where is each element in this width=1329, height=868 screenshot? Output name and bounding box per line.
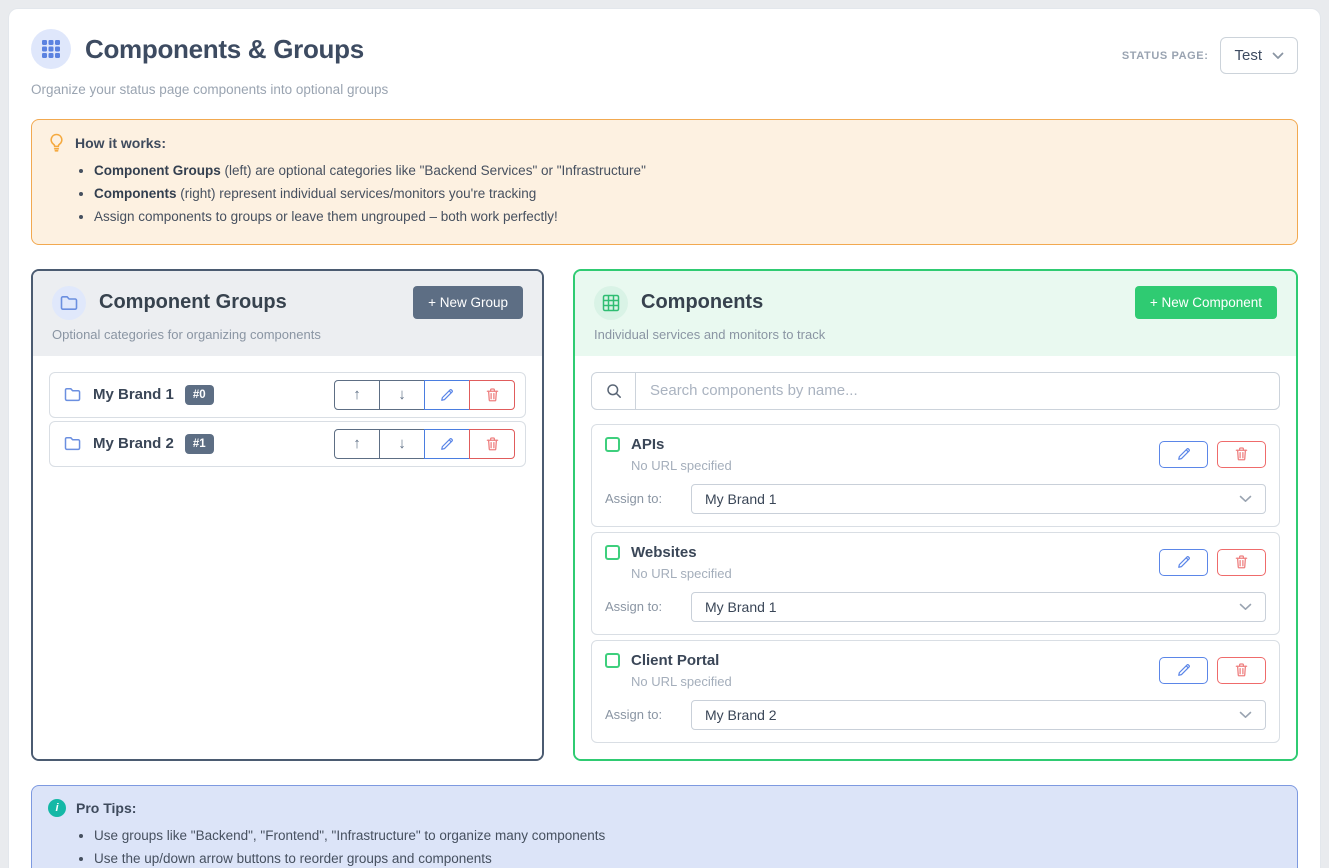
trash-icon <box>486 437 499 451</box>
component-checkbox[interactable] <box>605 653 620 668</box>
pencil-icon <box>440 388 454 402</box>
group-row: My Brand 1 #0 ↑ ↓ <box>49 372 526 418</box>
components-panel: Components + New Component Individual se… <box>573 269 1298 761</box>
pro-tips-box: i Pro Tips: Use groups like "Backend", "… <box>31 785 1298 868</box>
group-order-badge: #0 <box>185 385 214 405</box>
edit-component-button[interactable] <box>1159 657 1208 684</box>
list-item: Component Groups (left) are optional cat… <box>94 159 1281 182</box>
pencil-icon <box>1177 555 1191 569</box>
trash-icon <box>486 388 499 402</box>
assigned-group-value: My Brand 2 <box>705 707 1239 723</box>
assigned-group-value: My Brand 1 <box>705 491 1239 507</box>
components-title: Components <box>641 291 763 314</box>
assigned-group-value: My Brand 1 <box>705 599 1239 615</box>
component-groups-subtitle: Optional categories for organizing compo… <box>52 327 523 342</box>
edit-group-button[interactable] <box>424 380 470 410</box>
status-page-select[interactable]: Test <box>1220 37 1298 74</box>
arrow-up-icon: ↑ <box>353 386 361 403</box>
how-it-works-box: How it works: Component Groups (left) ar… <box>31 119 1298 245</box>
list-item: Use groups like "Backend", "Frontend", "… <box>94 824 1281 847</box>
component-url-status: No URL specified <box>631 674 1159 689</box>
folder-icon <box>64 387 82 402</box>
pro-tips-title: Pro Tips: <box>76 800 136 816</box>
delete-component-button[interactable] <box>1217 549 1266 576</box>
component-name: Websites <box>631 544 697 561</box>
assign-to-label: Assign to: <box>605 491 691 506</box>
component-card: APIs No URL specified <box>591 424 1280 527</box>
group-order-badge: #1 <box>185 434 214 454</box>
delete-group-button[interactable] <box>469 380 515 410</box>
arrow-down-icon: ↓ <box>398 386 406 403</box>
new-component-button[interactable]: + New Component <box>1135 286 1277 319</box>
edit-group-button[interactable] <box>424 429 470 459</box>
move-up-button[interactable]: ↑ <box>334 380 380 410</box>
pencil-icon <box>1177 663 1191 677</box>
list-item: Use the up/down arrow buttons to reorder… <box>94 847 1281 868</box>
pro-tips-list: Use groups like "Backend", "Frontend", "… <box>94 824 1281 868</box>
status-page-selected-value: Test <box>1234 47 1262 64</box>
table-grid-icon <box>594 286 628 320</box>
assign-to-label: Assign to: <box>605 599 691 614</box>
page-subtitle: Organize your status page components int… <box>31 82 1298 97</box>
components-header: Components + New Component Individual se… <box>575 271 1296 356</box>
list-item: Assign components to groups or leave the… <box>94 205 1281 228</box>
pencil-icon <box>440 437 454 451</box>
trash-icon <box>1235 447 1248 461</box>
component-groups-title: Component Groups <box>99 291 287 314</box>
list-item: Components (right) represent individual … <box>94 182 1281 205</box>
delete-component-button[interactable] <box>1217 441 1266 468</box>
move-down-button[interactable]: ↓ <box>379 380 425 410</box>
component-groups-list: My Brand 1 #0 ↑ ↓ <box>33 356 542 759</box>
move-up-button[interactable]: ↑ <box>334 429 380 459</box>
component-search <box>591 372 1280 410</box>
arrow-down-icon: ↓ <box>398 435 406 452</box>
chevron-down-icon <box>1239 711 1252 719</box>
delete-component-button[interactable] <box>1217 657 1266 684</box>
search-icon <box>592 373 636 409</box>
assign-to-label: Assign to: <box>605 707 691 722</box>
page-header: Components & Groups STATUS PAGE: Test <box>31 29 1298 74</box>
component-name: Client Portal <box>631 652 719 669</box>
component-checkbox[interactable] <box>605 437 620 452</box>
assign-group-select[interactable]: My Brand 1 <box>691 592 1266 622</box>
chevron-down-icon <box>1272 52 1284 60</box>
status-page-label: STATUS PAGE: <box>1122 50 1209 62</box>
main-content-card: Components & Groups STATUS PAGE: Test Or… <box>8 8 1321 868</box>
components-grid-icon <box>31 29 71 69</box>
group-row: My Brand 2 #1 ↑ ↓ <box>49 421 526 467</box>
how-it-works-title: How it works: <box>75 135 166 151</box>
components-subtitle: Individual services and monitors to trac… <box>594 327 1277 342</box>
component-url-status: No URL specified <box>631 458 1159 473</box>
components-list: APIs No URL specified <box>575 356 1296 759</box>
folder-icon <box>52 286 86 320</box>
component-card: Websites No URL specified <box>591 532 1280 635</box>
edit-component-button[interactable] <box>1159 549 1208 576</box>
group-name: My Brand 2 <box>93 435 174 452</box>
component-groups-panel: Component Groups + New Group Optional ca… <box>31 269 544 761</box>
component-card: Client Portal No URL specified <box>591 640 1280 743</box>
component-groups-header: Component Groups + New Group Optional ca… <box>33 271 542 356</box>
component-name: APIs <box>631 436 664 453</box>
chevron-down-icon <box>1239 495 1252 503</box>
arrow-up-icon: ↑ <box>353 435 361 452</box>
trash-icon <box>1235 663 1248 677</box>
assign-group-select[interactable]: My Brand 1 <box>691 484 1266 514</box>
component-url-status: No URL specified <box>631 566 1159 581</box>
lightbulb-icon <box>48 133 65 152</box>
folder-icon <box>64 436 82 451</box>
new-group-button[interactable]: + New Group <box>413 286 523 319</box>
component-checkbox[interactable] <box>605 545 620 560</box>
how-it-works-list: Component Groups (left) are optional cat… <box>94 159 1281 229</box>
pencil-icon <box>1177 447 1191 461</box>
group-name: My Brand 1 <box>93 386 174 403</box>
delete-group-button[interactable] <box>469 429 515 459</box>
move-down-button[interactable]: ↓ <box>379 429 425 459</box>
chevron-down-icon <box>1239 603 1252 611</box>
search-input[interactable] <box>636 373 1279 409</box>
info-icon: i <box>48 799 66 817</box>
edit-component-button[interactable] <box>1159 441 1208 468</box>
page-title: Components & Groups <box>85 34 364 65</box>
assign-group-select[interactable]: My Brand 2 <box>691 700 1266 730</box>
trash-icon <box>1235 555 1248 569</box>
